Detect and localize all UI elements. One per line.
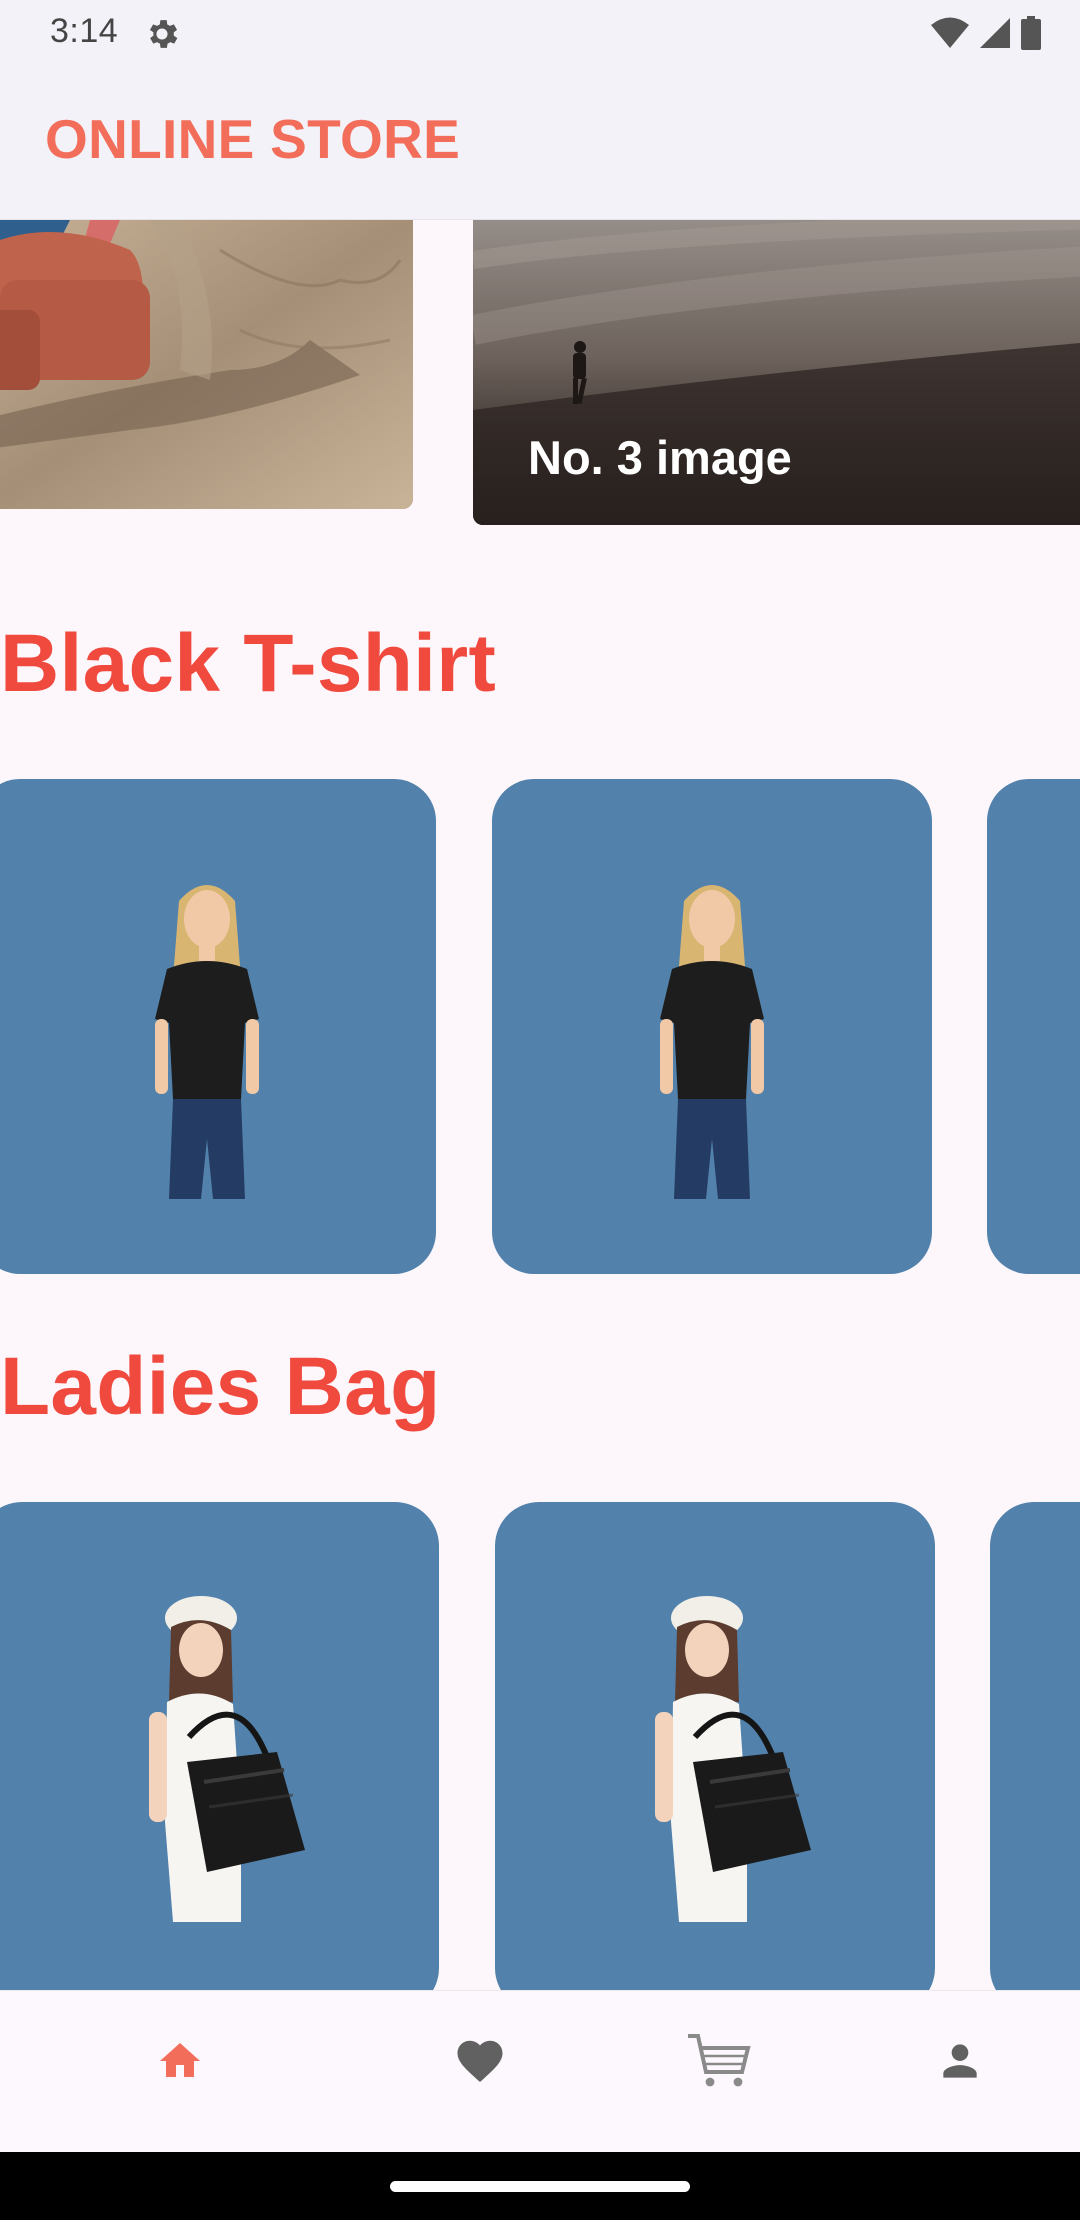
woman-black-handbag-image — [148, 1596, 305, 1922]
status-icons — [930, 14, 1042, 52]
home-icon — [160, 2043, 200, 2077]
product-card[interactable] — [492, 779, 932, 1274]
battery-icon — [1021, 16, 1041, 50]
image-carousel[interactable]: No. 3 image — [0, 220, 1080, 530]
system-navigation-bar — [0, 2152, 1080, 2220]
heart-icon — [457, 2040, 503, 2083]
product-row-ladies-bag[interactable] — [0, 1502, 1080, 1992]
nav-profile[interactable] — [920, 2021, 1000, 2101]
person-icon — [943, 2044, 977, 2078]
beach-armchair-image — [0, 220, 413, 509]
status-time: 3:14 — [50, 12, 119, 50]
woman-black-handbag-image — [655, 1596, 811, 1922]
nav-favorites[interactable] — [440, 2021, 520, 2101]
product-card[interactable] — [987, 779, 1080, 1274]
settings-gear-icon — [149, 20, 178, 48]
app-bar: ONLINE STORE — [0, 66, 1080, 220]
carousel-item-beach-armchair[interactable] — [0, 220, 413, 509]
nav-cart[interactable] — [679, 2021, 759, 2101]
wifi-icon — [931, 17, 969, 48]
product-row-black-tshirt[interactable] — [0, 779, 1080, 1274]
nav-home[interactable] — [140, 2021, 220, 2101]
product-card[interactable] — [495, 1502, 935, 1992]
section-title-ladies-bag: Ladies Bag — [0, 1341, 441, 1432]
bottom-navigation — [0, 1990, 1080, 2153]
cart-icon — [688, 2034, 751, 2087]
product-card[interactable] — [990, 1502, 1080, 1992]
woman-black-tshirt-image — [155, 885, 259, 1199]
carousel-caption: No. 3 image — [528, 431, 792, 484]
status-bar: 3:14 — [0, 0, 1080, 66]
section-title-black-tshirt: Black T-shirt — [0, 618, 497, 709]
app-title: ONLINE STORE — [45, 108, 461, 170]
product-card[interactable] — [0, 779, 436, 1274]
cellular-signal-icon — [980, 18, 1010, 48]
woman-black-tshirt-image — [660, 885, 764, 1199]
home-indicator[interactable] — [390, 2181, 690, 2192]
carousel-item-foggy-hill[interactable]: No. 3 image — [473, 220, 1080, 525]
product-card[interactable] — [0, 1502, 439, 1992]
